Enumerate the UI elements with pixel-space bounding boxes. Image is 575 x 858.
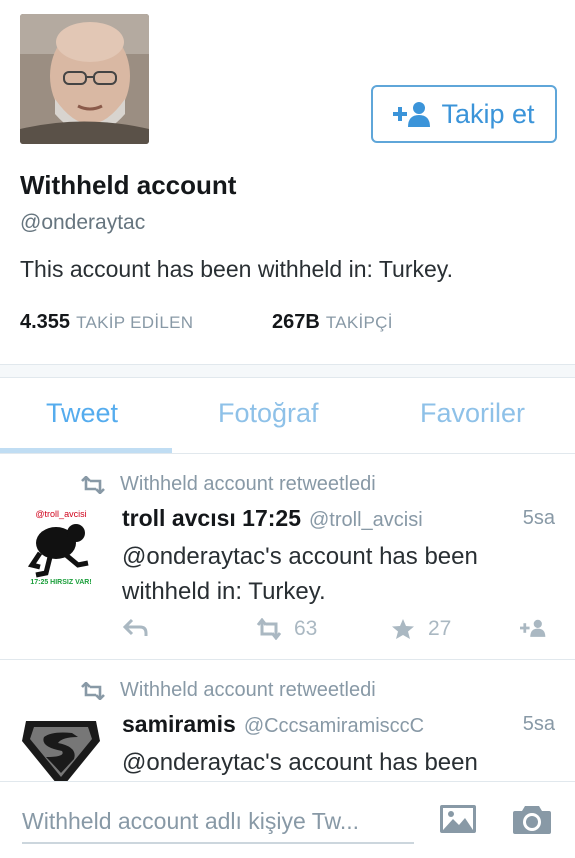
retweet-button[interactable]: 63 — [256, 617, 317, 641]
follow-button-label: Takip et — [441, 98, 535, 129]
compose-input[interactable] — [22, 804, 414, 844]
camera-icon — [513, 806, 551, 834]
reply-button[interactable] — [122, 617, 148, 639]
favorite-button[interactable]: 27 — [390, 617, 451, 641]
tab-favorites[interactable]: Favoriler — [420, 398, 525, 429]
retweet-icon — [81, 475, 105, 494]
retweet-count: 63 — [294, 617, 318, 640]
tab-photos[interactable]: Fotoğraf — [218, 398, 319, 429]
retweet-icon — [256, 618, 282, 640]
profile-avatar[interactable] — [20, 14, 149, 144]
tab-tweet[interactable]: Tweet — [46, 398, 118, 429]
display-name: Withheld account — [20, 170, 237, 200]
tweet-item[interactable]: Withheld account retweetledi samiramis @… — [0, 661, 575, 793]
retweet-context-text: Withheld account retweetledi — [120, 473, 376, 495]
troll-avatar-image: @troll_avcisi 17:25 HIRSIZ VAR! — [22, 507, 100, 587]
retweet-context-text: Withheld account retweetledi — [120, 679, 376, 701]
retweet-context: Withheld account retweetledi — [80, 679, 376, 702]
compose-bar — [0, 781, 575, 858]
profile-bio: This account has been withheld in: Turke… — [20, 256, 453, 282]
followers-count: 267B — [272, 311, 320, 333]
add-user-icon — [520, 619, 546, 637]
active-tab-indicator — [0, 448, 172, 453]
profile-header: Takip et Withheld account @onderaytac Th… — [0, 0, 575, 366]
follow-button[interactable]: Takip et — [371, 85, 557, 143]
reply-icon — [122, 618, 148, 636]
section-divider — [0, 364, 575, 378]
tweet-author-handle[interactable]: @CccsamiramisccC — [244, 715, 424, 738]
followers-label: TAKİPÇİ — [325, 313, 393, 332]
tweet-author-name[interactable]: troll avcısı 17:25 — [122, 505, 301, 532]
follow-author-button[interactable] — [520, 617, 546, 639]
tweet-text: @onderaytac's account has been — [122, 749, 478, 776]
profile-stats: 4.355 TAKİP EDİLEN 267B TAKİPÇİ — [20, 311, 393, 334]
add-user-icon — [393, 102, 431, 127]
profile-handle: @onderaytac — [20, 211, 146, 234]
retweet-context: Withheld account retweetledi — [80, 473, 376, 496]
followers-stat[interactable]: 267B TAKİPÇİ — [272, 311, 393, 334]
profile-avatar-image — [20, 14, 149, 144]
retweet-icon — [81, 681, 105, 700]
following-count: 4.355 — [20, 311, 71, 333]
profile-tabs: Tweet Fotoğraf Favoriler — [0, 378, 575, 454]
tweet-text: @onderaytac's account has been withheld … — [122, 543, 478, 605]
tweet-header: troll avcısı 17:25 @troll_avcisi — [122, 505, 423, 532]
tweet-item[interactable]: Withheld account retweetledi @troll_avci… — [0, 455, 575, 660]
tweet-actions: 63 27 — [122, 617, 562, 647]
favorite-count: 27 — [428, 617, 452, 640]
camera-button[interactable] — [512, 802, 552, 836]
avatar-text-bottom: 17:25 HIRSIZ VAR! — [30, 579, 91, 586]
photo-icon — [440, 805, 476, 833]
tweet-header: samiramis @CccsamiramisccC — [122, 711, 424, 738]
following-label: TAKİP EDİLEN — [76, 313, 194, 332]
star-icon — [392, 619, 414, 639]
tweet-author-handle[interactable]: @troll_avcisi — [309, 509, 423, 532]
tweet-avatar[interactable]: @troll_avcisi 17:25 HIRSIZ VAR! — [22, 507, 100, 587]
tweet-timestamp: 5sa — [522, 713, 555, 735]
following-stat[interactable]: 4.355 TAKİP EDİLEN — [20, 311, 272, 334]
avatar-text-top: @troll_avcisi — [35, 509, 86, 519]
photo-button[interactable] — [438, 802, 478, 836]
tweet-timestamp: 5sa — [522, 507, 555, 529]
tweet-author-name[interactable]: samiramis — [122, 711, 236, 738]
